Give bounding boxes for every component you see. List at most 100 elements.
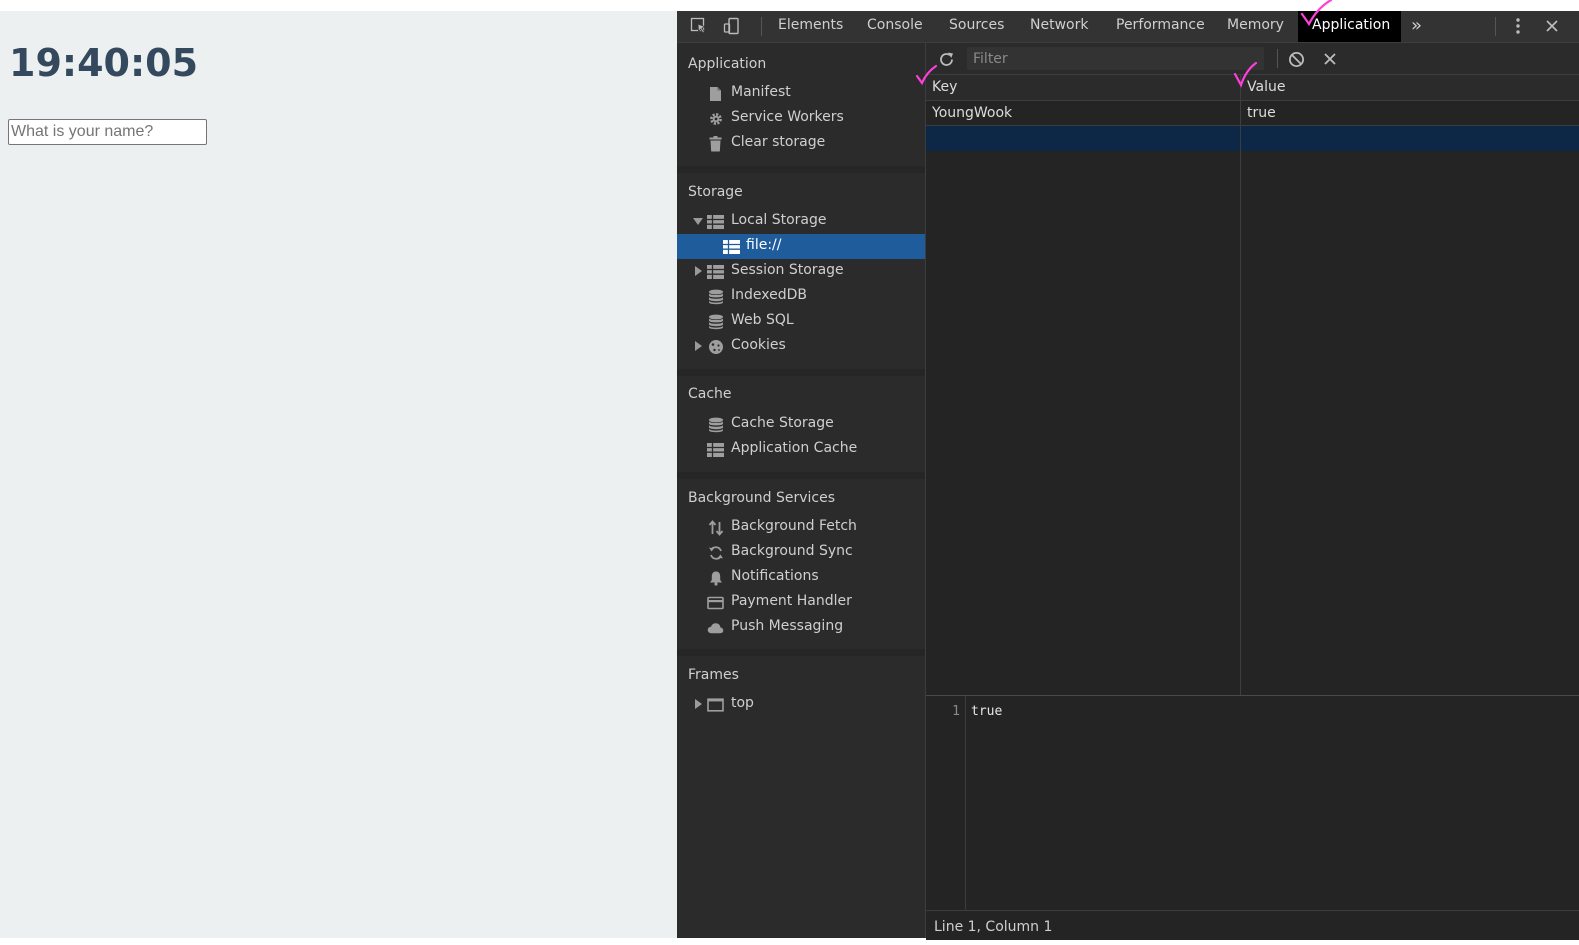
line-number: 1 [952,704,960,719]
sidebar-item-local-storage[interactable]: Local Storage [677,209,925,234]
close-icon[interactable] [1542,16,1562,36]
expand-arrow-icon[interactable] [693,218,703,225]
sidebar-item-label: Cache Storage [731,415,834,431]
filter-input[interactable] [967,47,1264,70]
sidebar-item-label: top [731,695,754,711]
sidebar-item-session-storage[interactable]: Session Storage [677,259,925,284]
cloud-icon [707,619,724,636]
sidebar-item-label: Local Storage [731,212,827,228]
up-down-arrows-icon [707,519,724,536]
tab-sources[interactable]: Sources [935,11,1018,42]
column-header-key[interactable]: Key [932,79,957,95]
grid-icon [707,441,724,458]
sidebar-item-label: Payment Handler [731,593,852,609]
section-title-frames: Frames [688,667,739,683]
table-header: Key Value [926,75,1579,101]
application-sidebar: Application Manifest Service Workers Cle… [677,43,926,938]
inspect-element-icon[interactable] [689,16,709,36]
row-value: true [1247,105,1276,121]
sidebar-item-label: Service Workers [731,109,844,125]
row-key: YoungWook [932,105,1013,121]
tab-elements[interactable]: Elements [764,11,857,42]
kebab-menu-icon[interactable] [1508,16,1528,36]
sidebar-item-background-sync[interactable]: Background Sync [677,540,925,565]
line-gutter: 1 [926,696,966,910]
sidebar-item-label: Cookies [731,337,786,353]
database-icon [707,416,724,433]
sidebar-item-background-fetch[interactable]: Background Fetch [677,515,925,540]
table-row[interactable]: YoungWook true [926,101,1579,126]
sidebar-item-clear-storage[interactable]: Clear storage [677,131,925,156]
inspected-page: 19:40:05 [0,11,677,938]
section-divider [677,166,925,173]
section-title-application: Application [688,56,767,72]
tab-network[interactable]: Network [1016,11,1102,42]
clear-all-icon[interactable] [1286,49,1306,69]
expand-arrow-icon[interactable] [695,699,702,709]
tab-memory[interactable]: Memory [1213,11,1298,42]
column-header-value[interactable]: Value [1247,79,1285,95]
value-preview: 1 true Line 1, Column 1 [926,695,1579,940]
sidebar-item-label: Background Fetch [731,518,857,534]
section-title-background-services: Background Services [688,490,836,506]
expand-arrow-icon[interactable] [695,341,702,351]
grid-icon [723,238,740,255]
tab-performance[interactable]: Performance [1102,11,1219,42]
toolbar-divider [1277,49,1278,68]
grid-icon [707,263,724,280]
sidebar-item-service-workers[interactable]: Service Workers [677,106,925,131]
cursor-position: Line 1, Column 1 [934,919,1053,935]
tabbar-divider [1495,17,1496,36]
sidebar-item-cache-storage[interactable]: Cache Storage [677,412,925,437]
tab-application[interactable]: Application [1298,11,1401,42]
delete-selected-icon[interactable] [1320,49,1340,69]
more-tabs-icon[interactable]: » [1411,11,1422,42]
card-icon [707,594,724,611]
sidebar-item-label: Session Storage [731,262,844,278]
trash-icon [707,135,724,152]
local-storage-view: Key Value YoungWook true 1 true Line 1, … [926,43,1579,940]
sidebar-item-local-storage-file[interactable]: file:// [677,234,925,259]
gear-icon [707,110,724,127]
preview-content[interactable]: true [971,704,1002,719]
sidebar-item-web-sql[interactable]: Web SQL [677,309,925,334]
sidebar-item-label: IndexedDB [731,287,807,303]
sidebar-item-label: Web SQL [731,312,794,328]
sidebar-item-label: file:// [746,237,782,253]
clock-display: 19:40:05 [9,41,199,85]
tabbar-divider [761,17,762,36]
device-toolbar-icon[interactable] [722,16,742,36]
database-icon [707,313,724,330]
section-title-storage: Storage [688,184,743,200]
sync-icon [707,544,724,561]
sidebar-item-label: Background Sync [731,543,853,559]
sidebar-item-frame-top[interactable]: top [677,692,925,717]
grid-icon [707,213,724,230]
storage-toolbar [926,43,1579,75]
devtools-tabbar: Elements Console Sources Network Perform… [677,11,1579,43]
database-icon [707,288,724,305]
sidebar-item-label: Application Cache [731,440,858,456]
sidebar-item-cookies[interactable]: Cookies [677,334,925,359]
sidebar-item-application-cache[interactable]: Application Cache [677,437,925,462]
section-divider [677,472,925,479]
table-row-empty-selected[interactable] [926,126,1579,151]
bell-icon [707,569,724,586]
sidebar-item-label: Push Messaging [731,618,844,634]
document-icon [707,85,724,102]
sidebar-item-manifest[interactable]: Manifest [677,81,925,106]
sidebar-item-push-messaging[interactable]: Push Messaging [677,615,925,640]
section-divider [677,649,925,656]
preview-statusbar: Line 1, Column 1 [926,910,1579,940]
section-divider [677,369,925,376]
refresh-icon[interactable] [936,49,956,69]
expand-arrow-icon[interactable] [695,266,702,276]
sidebar-item-indexeddb[interactable]: IndexedDB [677,284,925,309]
column-divider[interactable] [1240,75,1241,695]
name-input[interactable] [8,119,207,145]
sidebar-item-payment-handler[interactable]: Payment Handler [677,590,925,615]
sidebar-item-notifications[interactable]: Notifications [677,565,925,590]
frame-icon [707,696,724,713]
tab-console[interactable]: Console [853,11,937,42]
sidebar-item-label: Manifest [731,84,791,100]
